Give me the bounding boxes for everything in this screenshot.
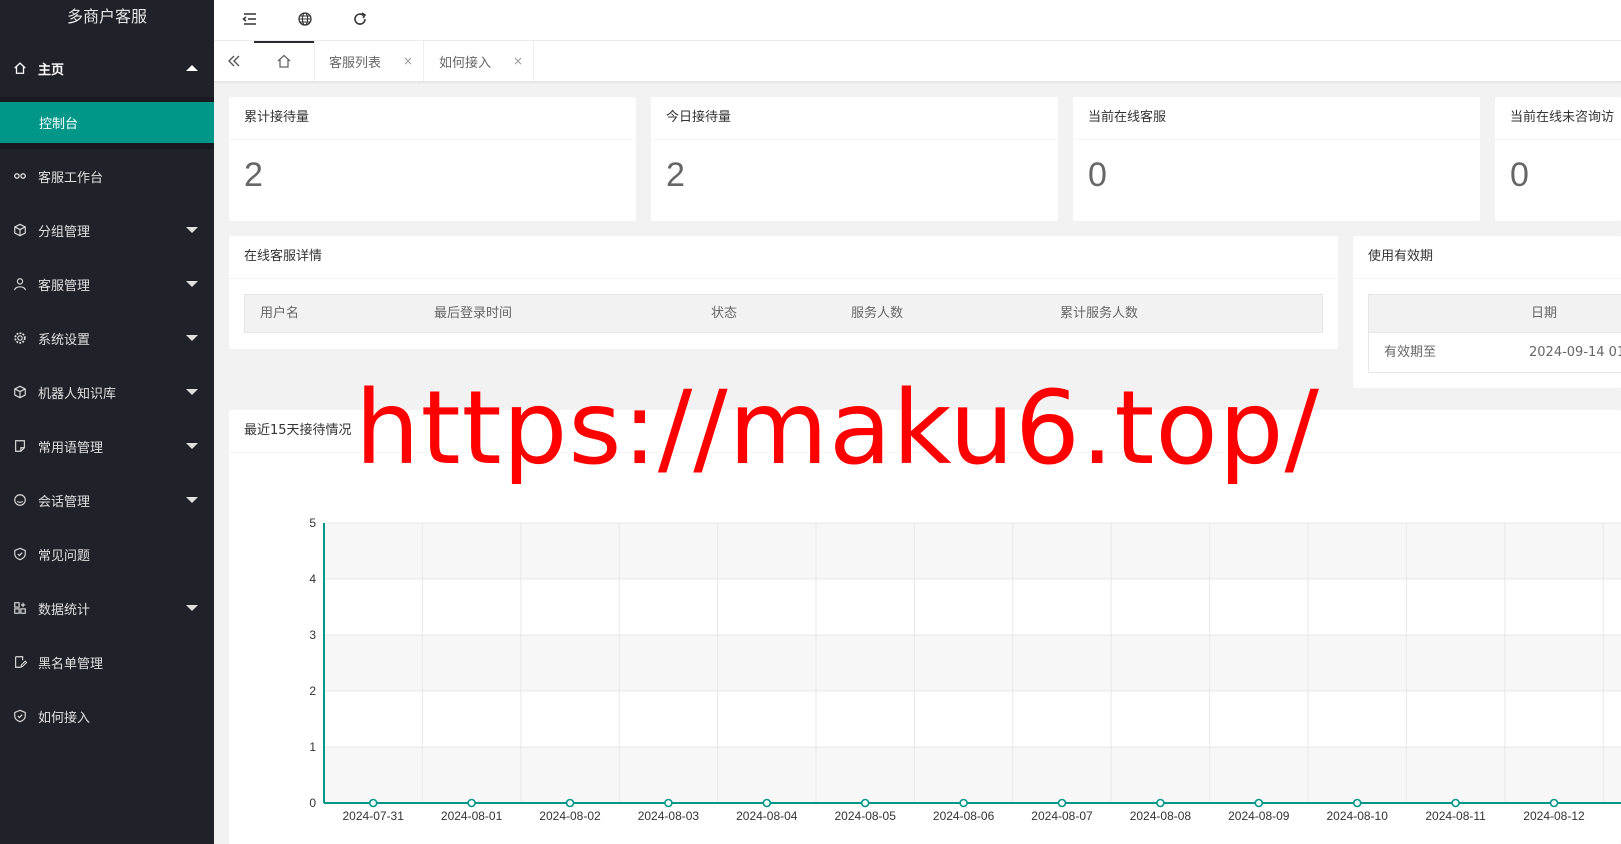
- chart-data-point: [664, 798, 673, 808]
- chart-data-point: [565, 798, 575, 808]
- chart-data-point: [1254, 798, 1264, 808]
- chart-x-tick-label: 2024-08-04: [736, 809, 798, 823]
- chart-data-point: [368, 798, 378, 808]
- chart-grid-band: [324, 691, 1621, 747]
- chart-data-point: [1549, 798, 1559, 808]
- chart-grid-band: [324, 523, 1621, 579]
- chart-x-tick-label: 2024-08-06: [933, 809, 995, 823]
- chart-x-tick-label: 2024-08-08: [1130, 809, 1192, 823]
- chart-x-tick-label: 2024-08-11: [1425, 809, 1486, 823]
- chart-data-point: [1156, 798, 1165, 808]
- chart-data-point: [1057, 798, 1067, 808]
- chart-x-tick-label: 2024-08-10: [1327, 809, 1389, 823]
- chart-x-tick-label: 2024-08-12: [1523, 809, 1585, 823]
- chart-x-tick-label: 2024-08-05: [835, 809, 897, 823]
- chart-x-tick-label: 2024-08-02: [539, 809, 601, 823]
- app-root: 多商户客服 主页 控制台 客服工作台 分组管理 客服管理 系统设置 机器人知识库…: [0, 0, 1621, 844]
- chart-x-tick-label: 2024-08-03: [638, 809, 700, 823]
- chart-data-point: [1451, 798, 1460, 808]
- chart-y-tick-label: 3: [309, 628, 316, 642]
- watermark-text: https://maku6.top/: [355, 369, 1320, 488]
- chart-data-point: [762, 798, 772, 808]
- chart-data-point: [1352, 798, 1362, 808]
- chart-y-tick-label: 4: [309, 572, 316, 586]
- chart-y-tick-label: 5: [309, 516, 316, 530]
- chart-data-point: [959, 798, 968, 808]
- chart-grid-band: [324, 747, 1621, 803]
- chart-x-tick-label: 2024-07-31: [343, 809, 405, 823]
- chart-x-tick-label: 2024-08-07: [1031, 809, 1093, 823]
- chart-grid-band: [324, 579, 1621, 635]
- chart-x-tick-label: 2024-08-01: [441, 809, 503, 823]
- chart-data-point: [467, 798, 476, 808]
- chart-y-tick-label: 0: [309, 796, 316, 810]
- chart-y-tick-label: 1: [309, 740, 316, 754]
- chart-grid-band: [324, 635, 1621, 691]
- chart-y-tick-label: 2: [309, 684, 316, 698]
- chart-x-tick-label: 2024-08-09: [1228, 809, 1290, 823]
- chart-data-point: [860, 798, 870, 808]
